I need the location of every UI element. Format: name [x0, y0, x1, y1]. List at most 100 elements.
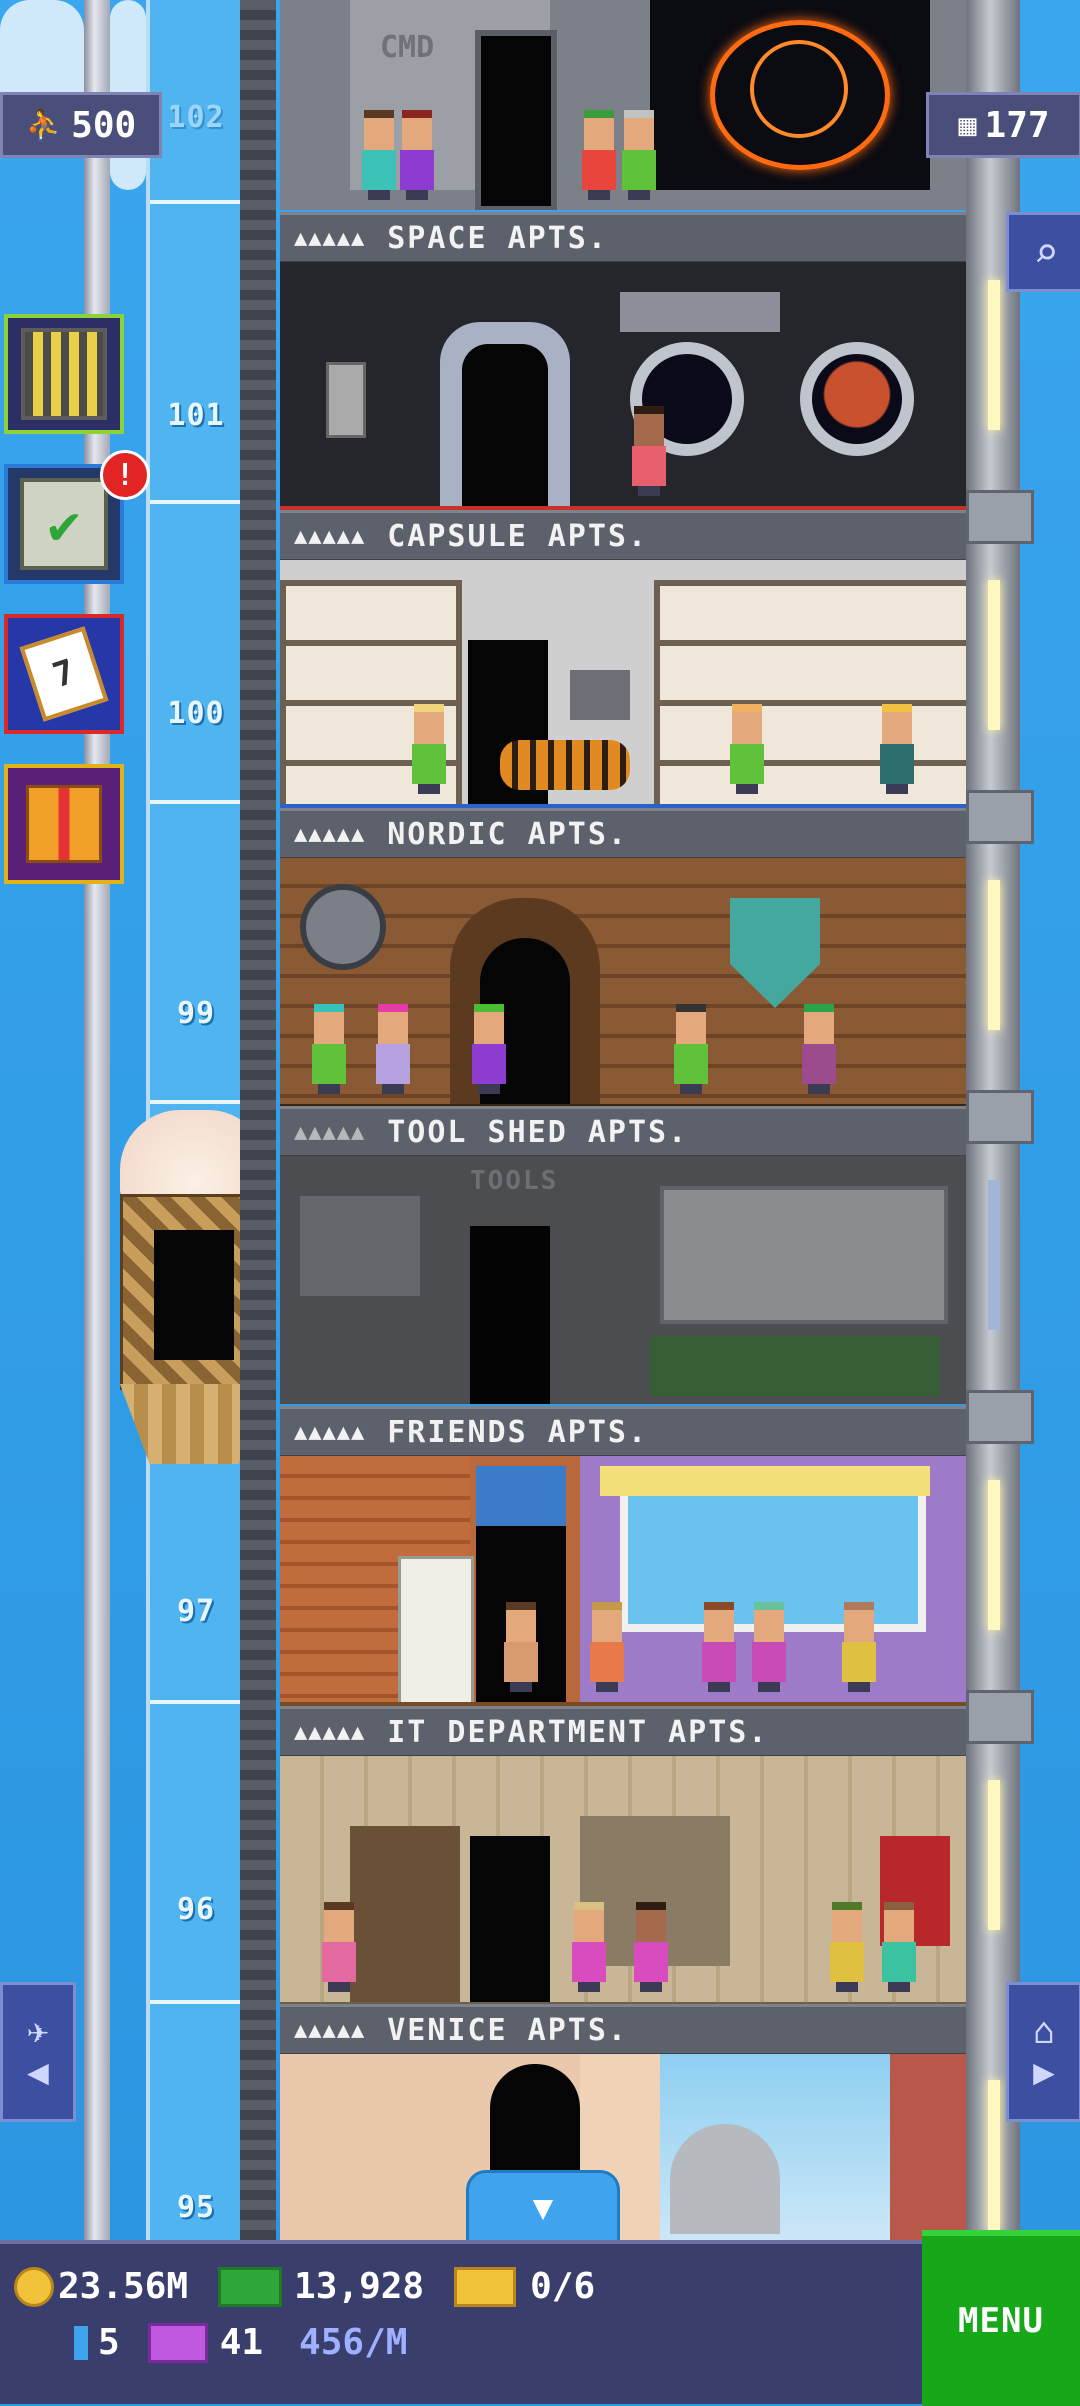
shaft-floor-number: 101 — [167, 398, 225, 433]
floor-tools-room[interactable]: TOOLS — [280, 1156, 966, 1404]
keys-value: 5 — [98, 2322, 120, 2363]
console-machine — [620, 292, 780, 332]
tenant[interactable] — [750, 1602, 788, 1692]
ticket-icon[interactable] — [454, 2266, 517, 2307]
tenant[interactable] — [880, 1902, 918, 1992]
building-button[interactable] — [4, 314, 124, 434]
pillar-light — [988, 1480, 1000, 1630]
pillar-light — [988, 880, 1000, 1030]
capsule-door[interactable] — [462, 344, 548, 506]
notification-badge: ! — [100, 450, 150, 500]
floor-label-tool-shed[interactable]: ▲▲▲▲▲ TOOL SHED APTS. — [280, 1106, 966, 1158]
floors-counter[interactable]: ▦ 177 — [926, 92, 1080, 158]
tool-shelf — [300, 1196, 420, 1296]
tenant[interactable] — [398, 110, 436, 200]
income-rate: 456/M — [299, 2322, 408, 2363]
pillar-bracket — [966, 490, 1034, 544]
floor-nordic-apts[interactable] — [280, 560, 966, 812]
tenant[interactable] — [672, 1004, 710, 1094]
tenant[interactable] — [728, 704, 766, 794]
resource-row-top: 23.56M 13,928 0/6 — [14, 2266, 595, 2307]
floor-stars: ▲▲▲▲▲ — [294, 821, 366, 847]
floor-label-venice[interactable]: ▲▲▲▲▲ VENICE APTS. — [280, 2004, 966, 2056]
tenant[interactable] — [580, 110, 618, 200]
floor-label-nordic[interactable]: ▲▲▲▲▲ NORDIC APTS. — [280, 808, 966, 860]
tenant[interactable] — [374, 1004, 412, 1094]
pillar-light — [988, 580, 1000, 730]
tenant[interactable] — [502, 1602, 540, 1692]
venice-dome — [670, 2124, 780, 2234]
it-door[interactable] — [470, 1836, 550, 2002]
tools-door[interactable] — [470, 1226, 550, 1404]
building-floors-icon: ▦ — [958, 107, 977, 143]
lobby-right-button[interactable]: ⌂ ▶ — [1006, 1982, 1080, 2122]
gift-icon — [26, 785, 102, 863]
tenant[interactable] — [620, 110, 658, 200]
pillar-light — [988, 1180, 1000, 1330]
floor-label-capsule[interactable]: ▲▲▲▲▲ CAPSULE APTS. — [280, 510, 966, 562]
population-counter[interactable]: ⛹ 500 — [0, 92, 162, 158]
population-icon: ⛹ — [25, 107, 64, 143]
menu-label: MENU — [958, 2301, 1044, 2341]
scroll-down-button[interactable]: ▼ — [466, 2170, 620, 2246]
tenant[interactable] — [588, 1602, 626, 1692]
calendar-button[interactable]: 7 — [4, 614, 124, 734]
floor-tool-shed-apts[interactable] — [280, 858, 966, 1110]
pillar-light — [988, 1780, 1000, 1930]
tenant[interactable] — [310, 1004, 348, 1094]
arrow-right-icon: ▶ — [1033, 2052, 1055, 2093]
tenant[interactable] — [630, 406, 668, 496]
search-icon: ⌕ — [1033, 227, 1059, 277]
floor-capsule-apts[interactable] — [280, 262, 966, 516]
tenant[interactable] — [320, 1902, 358, 1992]
pillar-light — [988, 2080, 1000, 2230]
pillar-bracket — [966, 1390, 1034, 1444]
tenant[interactable] — [632, 1902, 670, 1992]
visitors-left-button[interactable]: ✈ ◀ — [0, 1982, 76, 2122]
floor-name: CAPSULE APTS. — [387, 518, 649, 554]
search-button[interactable]: ⌕ — [1006, 212, 1080, 292]
floor-stars: ▲▲▲▲▲ — [294, 1419, 366, 1445]
floor-label-space[interactable]: ▲▲▲▲▲ SPACE APTS. — [280, 212, 966, 264]
tiger-pet[interactable] — [500, 740, 630, 790]
tenant[interactable] — [878, 704, 916, 794]
floor-name: FRIENDS APTS. — [387, 1414, 649, 1450]
tenant[interactable] — [410, 704, 448, 794]
floor-name: IT DEPARTMENT APTS. — [387, 1714, 769, 1750]
coin-icon — [14, 2266, 54, 2307]
population-value: 500 — [71, 104, 137, 146]
chevron-down-icon: ▼ — [532, 2188, 554, 2228]
tenant[interactable] — [360, 110, 398, 200]
floor-label-friends[interactable]: ▲▲▲▲▲ FRIENDS APTS. — [280, 1406, 966, 1458]
space-door[interactable] — [475, 30, 557, 210]
floor-it-department-apts[interactable] — [280, 1756, 966, 2010]
shaft-floor-number: 97 — [176, 1594, 216, 1629]
tenant[interactable] — [700, 1602, 738, 1692]
tenant[interactable] — [800, 1004, 838, 1094]
floor-friends-apts[interactable] — [280, 1456, 966, 1712]
vip-value: 41 — [219, 2322, 264, 2363]
porthole-mars — [800, 342, 914, 456]
tenant[interactable] — [570, 1902, 608, 1992]
floors-value: 177 — [984, 104, 1050, 146]
wall-screen — [570, 670, 630, 720]
tenant[interactable] — [840, 1602, 878, 1692]
key-icon — [74, 2325, 88, 2360]
bux-icon[interactable] — [218, 2266, 283, 2307]
tools-sign: TOOLS — [470, 1166, 559, 1196]
resource-row-bottom: 5 41 456/M — [74, 2322, 407, 2363]
tenant[interactable] — [470, 1004, 508, 1094]
vip-icon[interactable] — [147, 2322, 208, 2363]
building-left-wall — [240, 0, 276, 2240]
floor-label-it-department[interactable]: ▲▲▲▲▲ IT DEPARTMENT APTS. — [280, 1706, 966, 1758]
arrow-left-icon: ◀ — [27, 2052, 49, 2093]
tenant[interactable] — [828, 1902, 866, 1992]
missions-button[interactable]: ✔ ! — [4, 450, 150, 584]
command-door-sign: CMD — [380, 30, 435, 65]
floor-space-apts[interactable]: CMD — [280, 0, 966, 210]
floor-venice-apts[interactable] — [280, 2054, 966, 2240]
home-icon: ⌂ — [1033, 2011, 1055, 2052]
bux-value: 13,928 — [294, 2266, 425, 2307]
gift-button[interactable] — [4, 764, 124, 884]
menu-button[interactable]: MENU — [922, 2230, 1080, 2406]
